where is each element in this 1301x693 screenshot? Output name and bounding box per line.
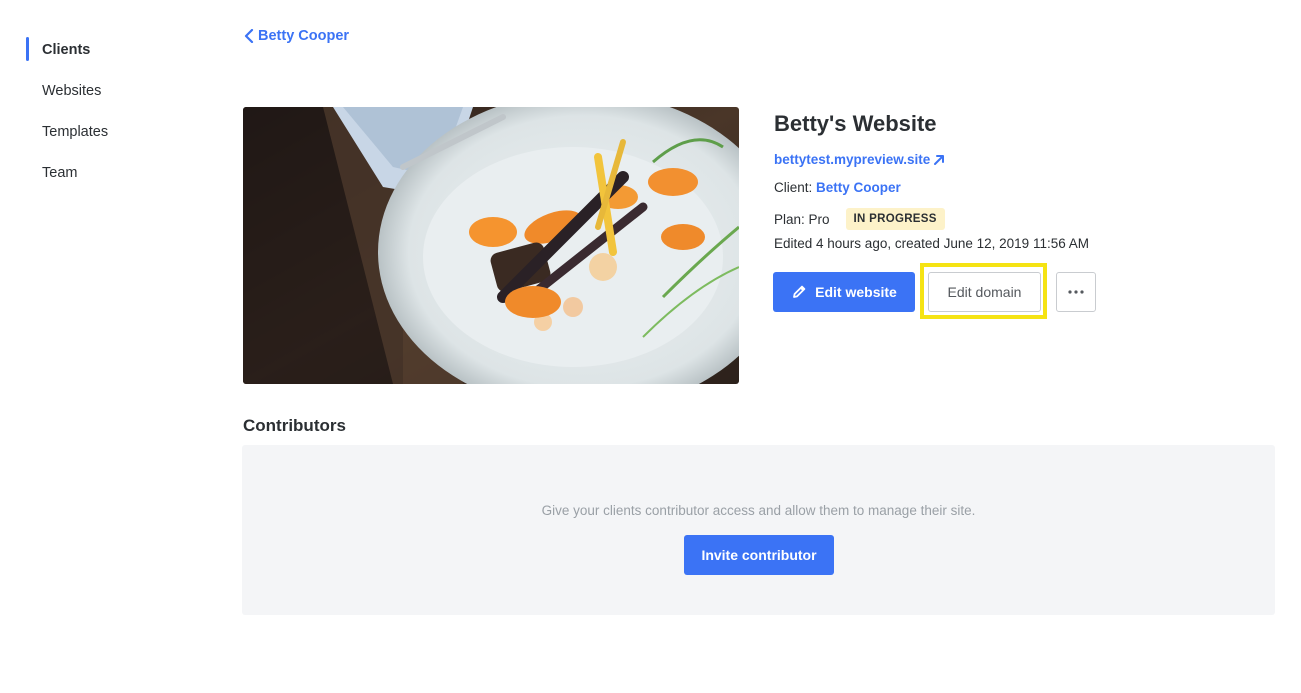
chevron-left-icon (244, 29, 254, 43)
status-badge: IN PROGRESS (845, 208, 945, 230)
plan-label: Plan: Pro (774, 211, 830, 227)
website-title: Betty's Website (774, 111, 937, 136)
website-url-label: bettytest.mypreview.site (774, 152, 931, 167)
client-line: Client: Betty Cooper (774, 180, 901, 195)
client-prefix: Client: (774, 180, 813, 195)
plan-line: Plan: Pro IN PROGRESS (774, 208, 945, 230)
contributors-heading: Contributors (243, 416, 346, 435)
more-horizontal-icon (1068, 290, 1084, 294)
sidebar-item-team[interactable]: Team (42, 165, 77, 181)
edited-timestamp: Edited 4 hours ago, created June 12, 201… (774, 236, 1089, 251)
back-link-label: Betty Cooper (258, 28, 350, 44)
back-link[interactable]: Betty Cooper (244, 28, 349, 44)
external-link-icon (934, 154, 945, 165)
contributors-empty-text: Give your clients contributor access and… (541, 503, 976, 518)
website-thumbnail (243, 107, 739, 384)
invite-contributor-button[interactable]: Invite contributor (684, 535, 834, 575)
active-indicator (26, 37, 29, 61)
sidebar-item-clients[interactable]: Clients (42, 42, 90, 58)
contributors-panel: Give your clients contributor access and… (242, 445, 1275, 615)
more-options-button[interactable] (1056, 272, 1096, 312)
pencil-icon (793, 285, 806, 298)
edit-website-button[interactable]: Edit website (773, 272, 915, 312)
edit-website-label: Edit website (815, 284, 897, 300)
edit-domain-button[interactable]: Edit domain (928, 272, 1041, 312)
website-url-link[interactable]: bettytest.mypreview.site (774, 152, 945, 167)
sidebar-item-templates[interactable]: Templates (42, 124, 108, 140)
sidebar-item-websites[interactable]: Websites (42, 83, 101, 99)
client-link[interactable]: Betty Cooper (816, 180, 901, 195)
